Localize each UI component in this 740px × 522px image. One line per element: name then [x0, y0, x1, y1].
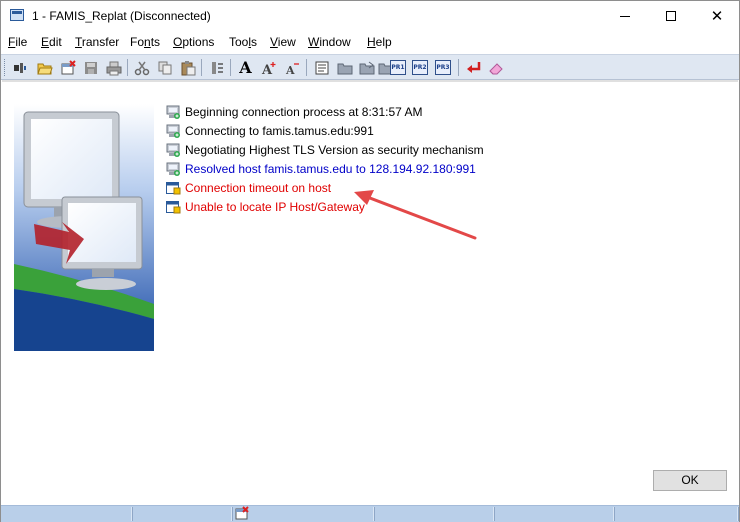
annotation-arrow [354, 190, 477, 240]
enter-icon[interactable] [465, 59, 482, 76]
network-computer-icon [166, 105, 180, 119]
network-computer-icon [166, 162, 180, 176]
log-text: Beginning connection process at 8:31:57 … [185, 105, 423, 119]
status-segment [373, 507, 494, 521]
network-computer-icon [166, 143, 180, 157]
menu-file-label: ile [15, 35, 28, 49]
minimize-icon [620, 15, 630, 17]
connection-illustration [14, 104, 154, 351]
log-text: Connection timeout on host [185, 181, 332, 195]
menu-help-label: elp [375, 35, 392, 49]
menu-help-accel: H [367, 35, 376, 49]
menu-fonts[interactable]: Fonts [130, 35, 160, 49]
open-icon[interactable] [36, 59, 53, 76]
menu-transfer-label: ransfer [81, 35, 120, 49]
cut-icon[interactable] [133, 59, 150, 76]
menu-tools-label: s [251, 35, 258, 49]
folder-open-icon[interactable] [358, 59, 375, 76]
toolbar-separator [306, 59, 307, 76]
toolbar-separator [201, 59, 202, 76]
toolbar-separator [458, 59, 459, 76]
toolbar-separator [127, 59, 128, 76]
pr3-button[interactable]: PR3 [435, 60, 451, 75]
network-computer-icon [166, 124, 180, 138]
transfer-icon[interactable] [208, 59, 225, 76]
disconnect-icon[interactable] [59, 59, 76, 76]
menu-tools[interactable]: Tools [229, 35, 257, 49]
log-line: Resolved host famis.tamus.edu to 128.194… [165, 160, 476, 178]
error-window-icon [166, 182, 181, 195]
menu-edit[interactable]: Edit [41, 35, 62, 49]
maximize-icon [666, 11, 676, 21]
menu-window[interactable]: Window [308, 35, 351, 49]
eraser-icon[interactable] [487, 59, 504, 76]
ok-button[interactable]: OK [653, 470, 727, 491]
status-segment [253, 507, 374, 521]
menu-options-accel: O [173, 35, 183, 49]
maximize-button[interactable] [648, 1, 694, 31]
status-segment [131, 507, 232, 521]
menu-edit-accel: E [41, 35, 50, 49]
menu-fonts-label: ts [150, 35, 161, 49]
menu-fonts-pre: Fo [130, 35, 145, 49]
status-segment [613, 507, 738, 521]
menu-window-accel: W [308, 35, 320, 49]
status-bar [1, 505, 739, 522]
connect-icon[interactable] [11, 59, 28, 76]
status-segment [1, 507, 132, 521]
pr1-button[interactable]: PR1 [390, 60, 406, 75]
menu-options[interactable]: Options [173, 35, 214, 49]
log-text: Resolved host famis.tamus.edu to 128.194… [185, 162, 476, 176]
log-line: Negotiating Highest TLS Version as secur… [165, 141, 484, 159]
disconnected-status-icon [235, 506, 249, 520]
paste-icon[interactable] [179, 59, 196, 76]
menu-view-label: iew [277, 35, 296, 49]
log-text: Connecting to famis.tamus.edu:991 [185, 124, 374, 138]
minimize-button[interactable] [602, 1, 648, 31]
toolbar-separator [230, 59, 231, 76]
status-segment [493, 507, 614, 521]
font-larger-icon[interactable]: A [260, 59, 277, 76]
close-button[interactable]: ✕ [694, 1, 740, 31]
menu-window-label: indow [319, 35, 351, 49]
svg-text:A: A [285, 64, 295, 76]
font-icon[interactable]: A [237, 58, 254, 77]
pr2-button[interactable]: PR2 [412, 60, 428, 75]
menu-options-label: ptions [182, 35, 215, 49]
keyboard-map-icon[interactable] [313, 59, 330, 76]
toolbar-grip[interactable] [4, 59, 8, 76]
menu-view-accel: V [270, 35, 278, 49]
log-line: Connection timeout on host [165, 179, 331, 197]
menu-transfer[interactable]: Transfer [75, 35, 119, 49]
toolbar: A A A PR1 PR2 PR3 [1, 54, 739, 80]
copy-icon[interactable] [156, 59, 173, 76]
menu-view[interactable]: View [270, 35, 296, 49]
save-icon[interactable] [82, 59, 99, 76]
app-icon[interactable] [10, 9, 24, 21]
log-text: Negotiating Highest TLS Version as secur… [185, 143, 484, 157]
title-bar[interactable]: 1 - FAMIS_Replat (Disconnected) ✕ [1, 1, 739, 31]
connection-log-panel: Beginning connection process at 8:31:57 … [2, 80, 738, 505]
window-title: 1 - FAMIS_Replat (Disconnected) [32, 9, 211, 23]
print-icon[interactable] [105, 59, 122, 76]
error-window-icon [166, 201, 181, 214]
log-line: Connecting to famis.tamus.edu:991 [165, 122, 374, 140]
log-line: Beginning connection process at 8:31:57 … [165, 103, 423, 121]
menu-fonts-accel: n [144, 35, 151, 49]
folder-icon[interactable] [336, 59, 353, 76]
menu-tools-pre: Too [229, 35, 249, 49]
app-window: 1 - FAMIS_Replat (Disconnected) ✕ File E… [0, 0, 740, 522]
menu-edit-label: dit [49, 35, 62, 49]
menu-transfer-accel: T [75, 35, 82, 49]
menu-help[interactable]: Help [367, 35, 392, 49]
menu-bar: File Edit Transfer Fonts Options Tools V… [1, 32, 739, 52]
font-smaller-icon[interactable]: A [283, 59, 300, 76]
menu-file[interactable]: File [8, 35, 27, 49]
close-icon: ✕ [710, 6, 724, 25]
